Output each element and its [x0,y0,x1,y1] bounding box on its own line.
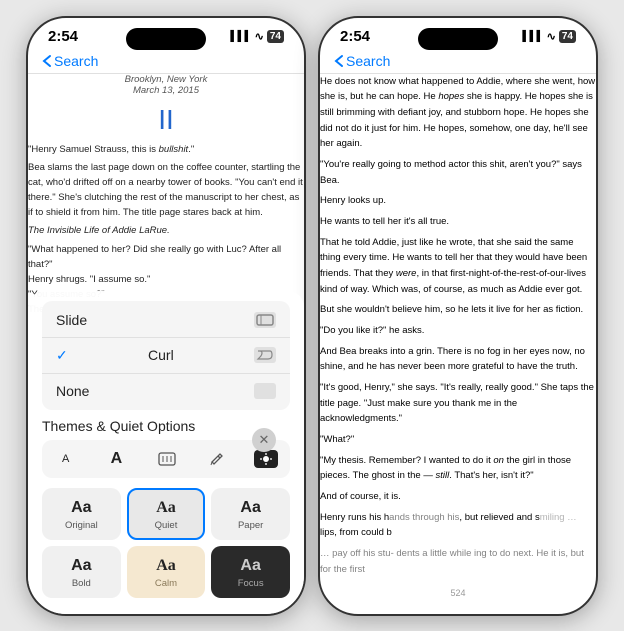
theme-focus-sample: Aa [240,558,260,574]
themes-header: Themes & Quiet Options [42,418,290,434]
reading-text-body: He does not know what happened to Addie,… [320,74,596,584]
right-signal-icon: ▌▌▌ [522,31,543,42]
theme-paper-label: Paper [238,520,263,531]
left-back-label: Search [54,53,98,69]
theme-original-sample: Aa [71,500,91,516]
theme-bold-sample: Aa [71,558,91,574]
chapter-number: II [28,104,304,136]
right-back-label: Search [346,53,390,69]
themes-section: Themes & Quiet Options ✕ [42,418,290,434]
book-header-line2: March 13, 2015 [28,85,304,96]
theme-calm-sample: Aa [156,558,176,574]
increase-font-button[interactable]: A [103,446,131,472]
none-icon [254,383,276,399]
checkmark-icon: ✓ [56,347,68,364]
book-header-line1: Brooklyn, New York [28,74,304,85]
right-book-reading: He does not know what happened to Addie,… [320,74,596,584]
right-time: 2:54 [340,28,370,45]
page-number: 524 [320,584,596,602]
curl-icon [254,347,276,363]
theme-bold-label: Bold [72,578,91,589]
right-battery: 74 [559,30,576,43]
decrease-font-button[interactable]: A [54,449,77,469]
left-back-button[interactable]: Search [42,53,98,69]
theme-paper-sample: Aa [240,500,260,516]
right-dynamic-island [418,28,498,50]
theme-bold[interactable]: Aa Bold [42,546,121,598]
brightness-icon-button[interactable] [254,450,278,468]
left-wifi-icon: ∿ [255,30,264,43]
left-nav-bar: Search [28,49,304,74]
theme-quiet[interactable]: Aa Quiet [127,488,206,540]
overlay-panel: Slide ✓ Curl None [28,291,304,614]
theme-calm-label: Calm [155,578,177,589]
right-back-button[interactable]: Search [334,53,390,69]
none-label: None [56,383,89,399]
font-options-button[interactable] [155,450,179,468]
slide-option-curl[interactable]: ✓ Curl [42,338,290,374]
theme-quiet-sample: Aa [156,500,176,516]
themes-grid: Aa Original Aa Quiet Aa Paper Aa Bold Aa [42,488,290,598]
quiet-options-label: Quiet Options [110,418,196,434]
book-header: Brooklyn, New York March 13, 2015 [28,74,304,96]
theme-paper[interactable]: Aa Paper [211,488,290,540]
left-battery: 74 [267,30,284,43]
theme-focus[interactable]: Aa Focus [211,546,290,598]
right-chevron-icon [334,54,344,68]
slide-option-none[interactable]: None [42,374,290,408]
themes-close-button[interactable]: ✕ [252,428,276,452]
pen-icon-button[interactable] [205,450,229,468]
curl-label: Curl [148,347,174,363]
theme-original[interactable]: Aa Original [42,488,121,540]
right-wifi-icon: ∿ [547,30,556,43]
themes-label: Themes & [42,418,110,434]
theme-quiet-label: Quiet [155,520,178,531]
left-book-content: Brooklyn, New York March 13, 2015 II "He… [28,74,304,318]
slide-options: Slide ✓ Curl None [42,301,290,410]
right-phone: 2:54 ▌▌▌ ∿ 74 Search He does not know wh… [318,16,598,616]
left-signal-icon: ▌▌▌ [230,31,251,42]
dynamic-island [126,28,206,50]
slide-icon [254,312,276,328]
theme-original-label: Original [65,520,98,531]
left-chevron-icon [42,54,52,68]
slide-option-slide[interactable]: Slide [42,303,290,338]
slide-label: Slide [56,312,87,328]
left-phone: 2:54 ▌▌▌ ∿ 74 Search Brooklyn, New York … [26,16,306,616]
phones-container: 2:54 ▌▌▌ ∿ 74 Search Brooklyn, New York … [16,6,608,626]
theme-calm[interactable]: Aa Calm [127,546,206,598]
left-time: 2:54 [48,28,78,45]
right-nav-bar: Search [320,49,596,74]
theme-focus-label: Focus [238,578,264,589]
